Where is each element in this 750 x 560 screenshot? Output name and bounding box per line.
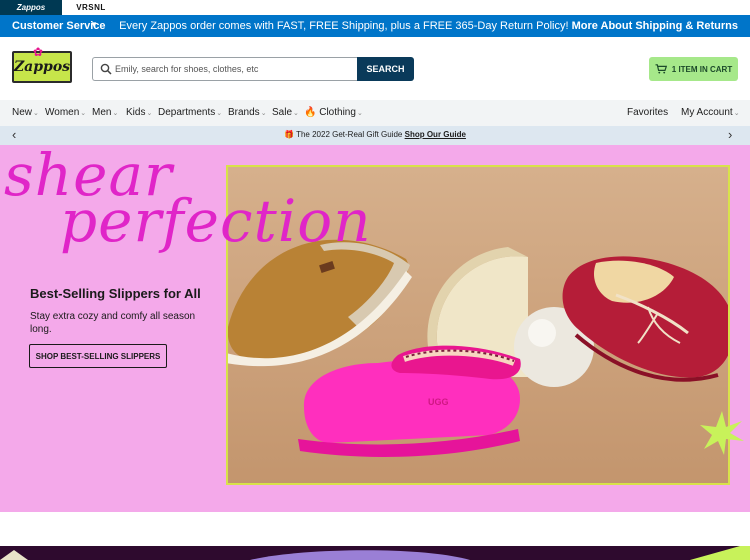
chevron-down-icon: ▼ — [90, 20, 98, 29]
nav-departments[interactable]: Departments⌄ — [158, 107, 222, 118]
main-nav: New⌄ Women⌄ Men⌄ Kids⌄ Departments⌄ Bran… — [0, 100, 750, 126]
chevron-down-icon: ⌄ — [146, 110, 153, 117]
chevron-down-icon: ⌄ — [216, 110, 223, 117]
chevron-right-icon[interactable]: › — [728, 127, 732, 142]
chevron-down-icon: ⌄ — [80, 110, 87, 117]
cart-icon — [655, 64, 667, 74]
search-icon — [100, 63, 112, 75]
gift-bow-icon: ✿ — [33, 45, 44, 59]
nav-sale[interactable]: Sale⌄ — [272, 107, 299, 118]
gift-guide-text: The 2022 Get-Real Gift Guide — [296, 130, 403, 139]
nav-my-account[interactable]: My Account⌄ — [681, 107, 740, 118]
chevron-down-icon: ⌄ — [260, 110, 267, 117]
nav-brands[interactable]: Brands⌄ — [228, 107, 267, 118]
nav-clothing[interactable]: 🔥 Clothing⌄ — [304, 107, 363, 118]
search-input[interactable] — [115, 60, 351, 78]
ugg-logo: UGG — [428, 397, 449, 407]
chevron-down-icon: ⌄ — [112, 110, 119, 117]
chevron-down-icon: ⌄ — [356, 110, 363, 117]
zappos-brand-tab[interactable]: Zappos — [0, 0, 62, 15]
gift-icon: 🎁 — [284, 130, 295, 139]
hero-subtext: Stay extra cozy and comfy all season lon… — [30, 311, 196, 335]
chevron-down-icon: ⌄ — [33, 110, 39, 117]
nav-new[interactable]: New⌄ — [12, 107, 39, 118]
search-box — [92, 57, 358, 81]
starburst-icon — [700, 411, 744, 455]
shop-slippers-button[interactable]: SHOP BEST-SELLING SLIPPERS — [29, 344, 167, 368]
site-header: Zappos ✿ SEARCH 1 ITEM IN CART — [0, 37, 750, 100]
next-banner-strip — [0, 546, 750, 560]
nav-favorites[interactable]: Favorites — [627, 107, 668, 118]
vrsnl-brand-tab[interactable]: VRSNL — [62, 0, 120, 15]
cart-label: 1 ITEM IN CART — [671, 64, 733, 74]
search-button[interactable]: SEARCH — [357, 57, 414, 81]
promo-text: Every Zappos order comes with FAST, FREE… — [119, 20, 569, 32]
section-spacer — [0, 512, 750, 546]
hero-banner[interactable]: shear UGG perfection Best-Selling Slippe… — [0, 145, 750, 512]
shipping-returns-link[interactable]: More About Shipping & Returns — [572, 20, 738, 32]
shipping-promo: Every Zappos order comes with FAST, FREE… — [119, 20, 738, 32]
nav-women[interactable]: Women⌄ — [45, 107, 86, 118]
nav-kids[interactable]: Kids⌄ — [126, 107, 152, 118]
hero-heading: Best-Selling Slippers for All — [30, 286, 201, 301]
flame-icon: 🔥 — [304, 107, 317, 118]
hero-title-line2: perfection — [60, 187, 372, 255]
shop-guide-link[interactable]: Shop Our Guide — [405, 130, 466, 139]
gift-guide-bar: ‹ 🎁 The 2022 Get-Real Gift Guide Shop Ou… — [0, 126, 750, 145]
service-bar: Customer Service ▼ Every Zappos order co… — [0, 15, 750, 37]
brand-bar: Zappos VRSNL — [0, 0, 750, 15]
next-banner-decoration — [0, 546, 750, 560]
nav-men[interactable]: Men⌄ — [92, 107, 118, 118]
cart-button[interactable]: 1 ITEM IN CART — [649, 57, 738, 81]
chevron-down-icon: ⌄ — [733, 110, 740, 117]
chevron-down-icon: ⌄ — [293, 110, 299, 117]
gift-guide-message: 🎁 The 2022 Get-Real Gift Guide Shop Our … — [0, 130, 750, 139]
